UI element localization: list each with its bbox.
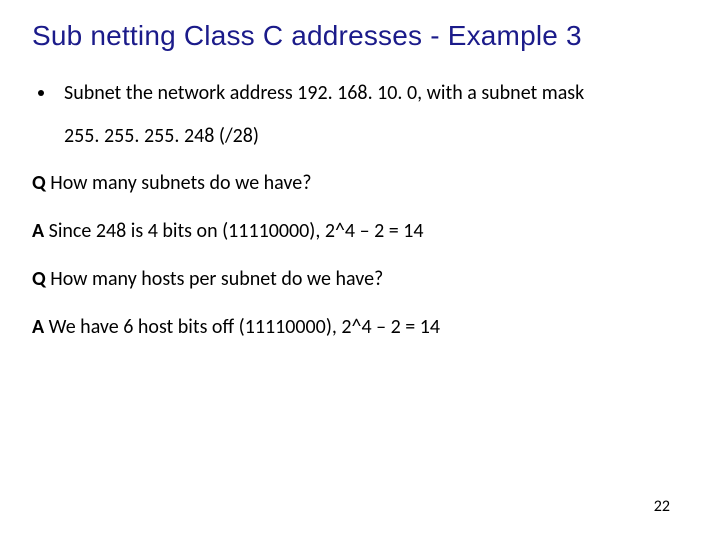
qa-text: How many hosts per subnet do we have?: [46, 267, 384, 291]
qa-label: A: [32, 219, 44, 243]
slide-title: Sub netting Class C addresses - Example …: [32, 20, 688, 52]
bullet-item: Subnet the network address 192. 168. 10.…: [32, 80, 688, 106]
qa-label: A: [32, 315, 44, 339]
bullet-text-line1: Subnet the network address 192. 168. 10.…: [64, 80, 584, 106]
qa-label: Q: [32, 171, 46, 195]
bullet-dot-icon: [38, 90, 44, 96]
bullet-text-line2: 255. 255. 255. 248 (/28): [64, 124, 688, 148]
qa-text: We have 6 host bits off (11110000), 2^4 …: [44, 315, 440, 339]
qa-line-3: A We have 6 host bits off (11110000), 2^…: [32, 314, 688, 340]
qa-line-1: A Since 248 is 4 bits on (11110000), 2^4…: [32, 218, 688, 244]
qa-text: Since 248 is 4 bits on (11110000), 2^4 –…: [44, 219, 423, 243]
qa-line-2: Q How many hosts per subnet do we have?: [32, 266, 688, 292]
page-number: 22: [654, 497, 670, 516]
qa-label: Q: [32, 267, 46, 291]
qa-text: How many subnets do we have?: [46, 171, 312, 195]
qa-line-0: Q How many subnets do we have?: [32, 170, 688, 196]
